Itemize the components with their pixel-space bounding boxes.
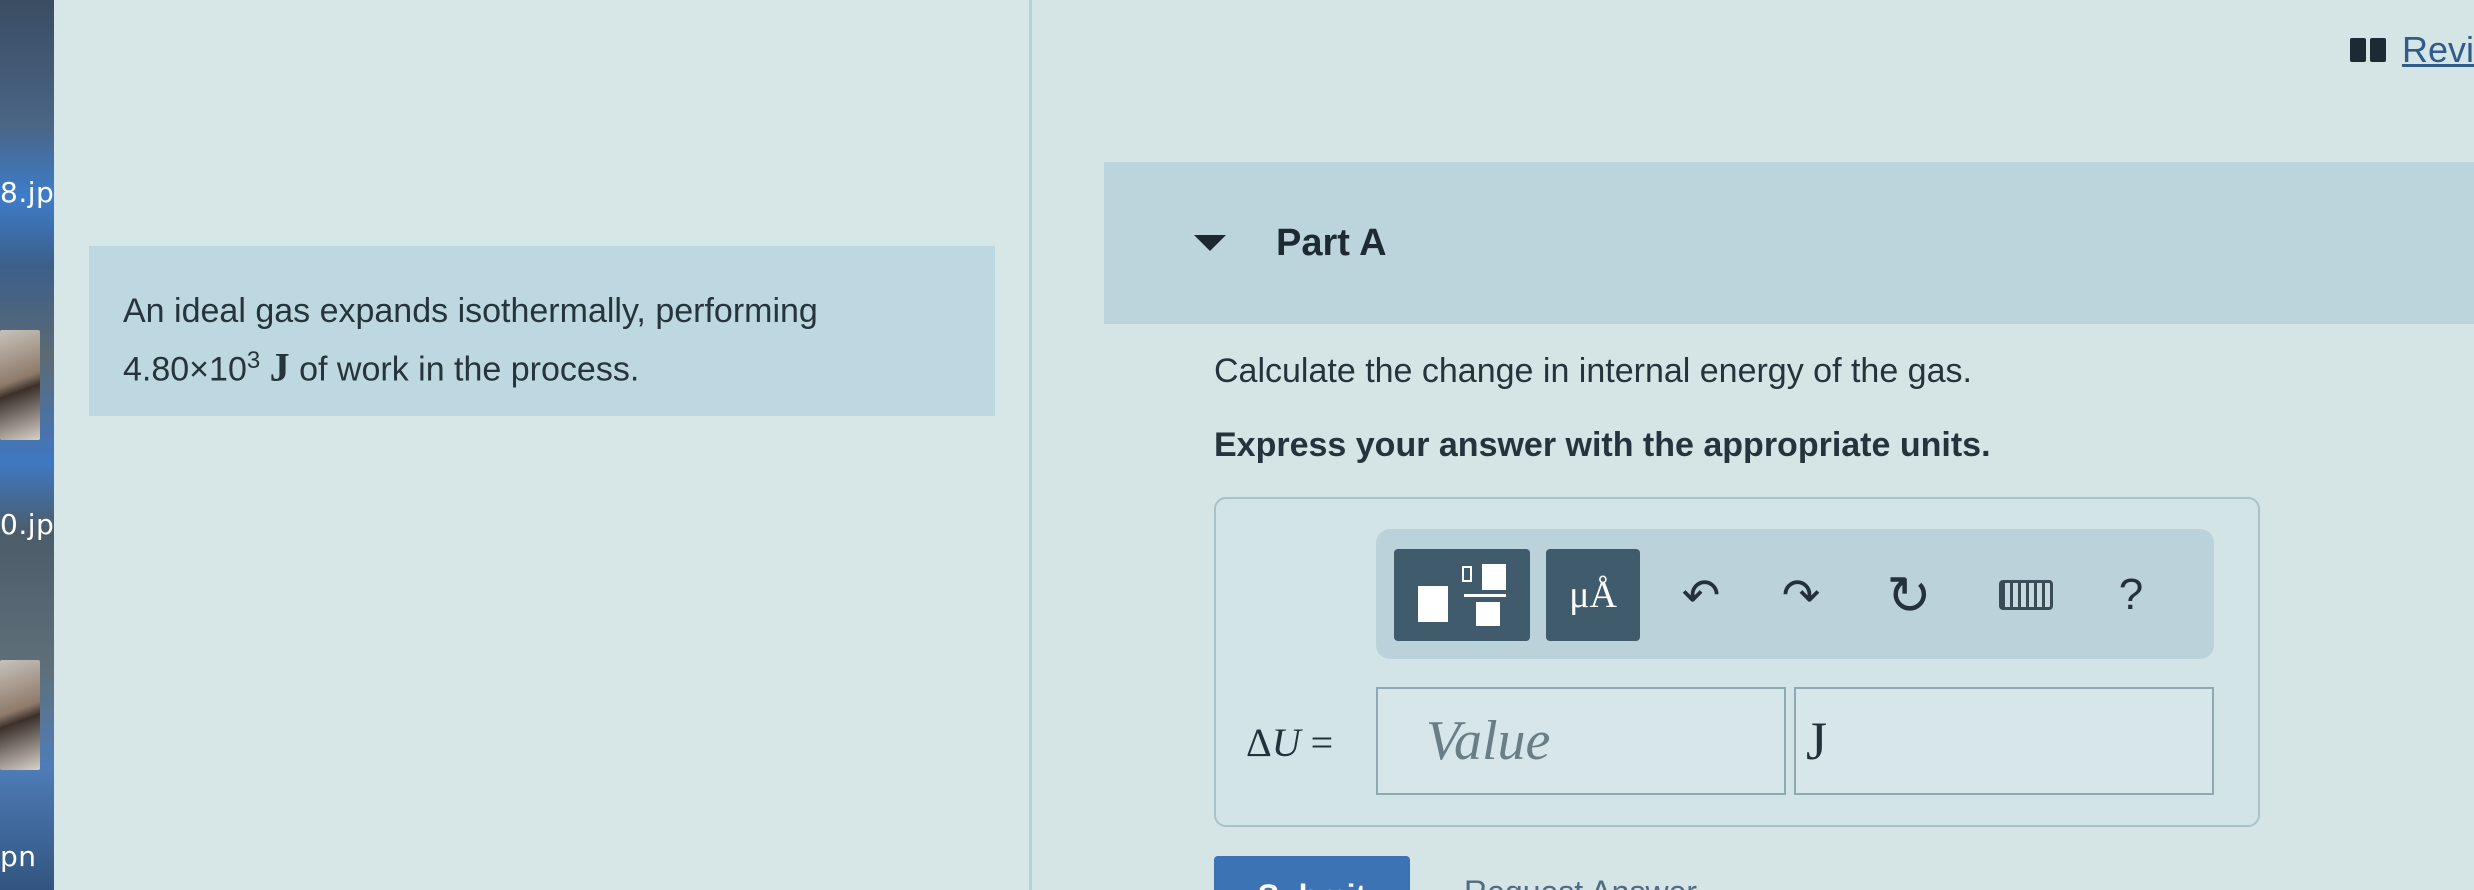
instruction-text: Express your answer with the appropriate… [1214,426,1991,464]
pane-divider[interactable] [1029,0,1032,890]
keyboard-button[interactable] [1986,549,2066,641]
problem-statement: An ideal gas expands isothermally, perfo… [89,246,995,416]
part-title: Part A [1276,221,1387,264]
help-button[interactable]: ? [2096,549,2166,641]
question-text: Calculate the change in internal energy … [1214,352,1972,390]
answer-panel: μÅ ↶ ↷ ↻ ? ΔU = [1214,497,2260,827]
variable-symbol: U [1271,720,1301,765]
work-value: 4.80×10 [123,350,247,389]
request-answer-link[interactable]: Request Answer [1464,874,1697,890]
units-input[interactable] [1794,687,2214,795]
reset-icon[interactable]: ↻ [1874,549,1944,641]
desktop-file-label[interactable]: 0.jp [0,508,54,541]
problem-line-2-rest: of work in the process. [289,350,640,389]
desktop-file-thumbnail[interactable] [0,660,40,770]
templates-button[interactable] [1394,549,1530,641]
desktop-strip: 8.jp 0.jp pn [0,0,54,890]
problem-line-1: An ideal gas expands isothermally, perfo… [123,292,818,330]
units-button[interactable]: μÅ [1546,549,1640,641]
book-icon [2349,38,2386,62]
keyboard-icon [1999,580,2053,610]
math-toolbar: μÅ ↶ ↷ ↻ ? [1376,529,2214,659]
answer-variable-label: ΔU = [1246,719,1333,766]
assignment-page: An ideal gas expands isothermally, perfo… [54,0,2474,890]
work-unit: J [269,344,290,390]
desktop-file-thumbnail[interactable] [0,330,40,440]
equals-sign: = [1300,720,1334,765]
redo-icon[interactable]: ↷ [1766,549,1836,641]
value-input[interactable] [1376,687,1786,795]
problem-pane: An ideal gas expands isothermally, perfo… [54,0,1029,890]
top-tools: Revi [2349,24,2474,76]
desktop-file-label[interactable]: pn [0,840,37,873]
submit-button[interactable]: Submit [1214,856,1410,890]
undo-icon[interactable]: ↶ [1666,549,1736,641]
delta-symbol: Δ [1246,720,1272,765]
problem-line-2: 4.80×103 J of work in the process. [123,336,961,394]
part-a-header[interactable]: Part A [1104,162,2474,324]
desktop-file-label[interactable]: 8.jp [0,176,54,209]
review-link[interactable]: Revi [2402,29,2474,71]
templates-icon [1412,560,1512,630]
work-exponent: 3 [246,347,261,374]
caret-down-icon[interactable] [1194,235,1226,251]
